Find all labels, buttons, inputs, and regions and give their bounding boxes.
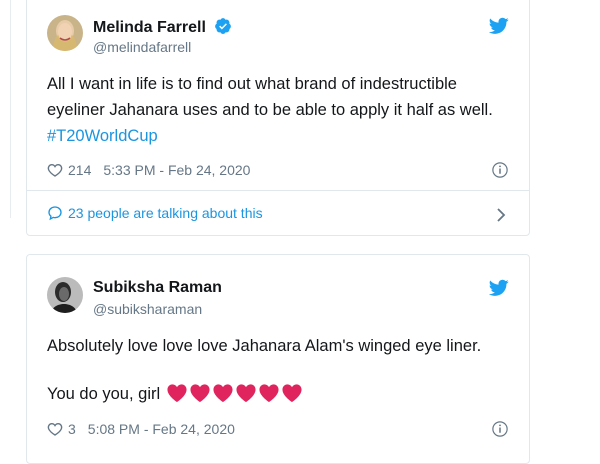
tweet-text-line2: You do you, girl — [47, 381, 517, 407]
red-heart-emoji-icon — [190, 384, 210, 403]
card-divider — [27, 190, 529, 191]
chevron-right-icon[interactable] — [495, 208, 507, 222]
verified-badge-icon — [215, 18, 232, 34]
like-count[interactable]: 3 — [68, 421, 76, 437]
hashtag-link[interactable]: #T20WorldCup — [47, 127, 158, 145]
tweet-card-melinda[interactable]: Melinda Farrell @melindafarrell All I wa… — [26, 0, 530, 236]
heart-outline-icon[interactable] — [47, 162, 63, 178]
tweet-text: Absolutely love love love Jahanara Alam'… — [47, 337, 482, 355]
tweet-meta: 214 5:33 PM - Feb 24, 2020 — [47, 162, 250, 178]
red-heart-emoji-icon — [213, 384, 233, 403]
red-heart-emoji-icon — [167, 384, 187, 403]
tweet-card-subiksha[interactable]: Subiksha Raman @subiksharaman Absolutely… — [26, 254, 530, 464]
twitter-bird-icon[interactable] — [489, 17, 509, 35]
red-heart-emoji-icon — [259, 384, 279, 403]
tweet-meta: 3 5:08 PM - Feb 24, 2020 — [47, 421, 235, 437]
timestamp[interactable]: 5:08 PM - Feb 24, 2020 — [88, 421, 235, 437]
user-handle[interactable]: @melindafarrell — [93, 39, 191, 55]
page-divider — [10, 0, 11, 218]
speech-bubble-icon — [48, 206, 62, 221]
twitter-bird-icon[interactable] — [489, 279, 509, 297]
timestamp[interactable]: 5:33 PM - Feb 24, 2020 — [103, 162, 250, 178]
red-heart-emoji-icon — [236, 384, 256, 403]
user-handle[interactable]: @subiksharaman — [93, 301, 202, 317]
heart-outline-icon[interactable] — [47, 421, 63, 437]
display-name[interactable]: Melinda Farrell — [93, 17, 232, 37]
talking-link[interactable]: 23 people are talking about this — [47, 205, 263, 221]
tweet-text: All I want in life is to find out what b… — [47, 75, 493, 145]
avatar[interactable] — [47, 277, 83, 313]
like-count[interactable]: 214 — [68, 162, 91, 178]
heart-emoji-row — [166, 383, 304, 403]
info-icon[interactable] — [491, 161, 509, 179]
avatar[interactable] — [47, 15, 83, 51]
display-name[interactable]: Subiksha Raman — [93, 279, 222, 297]
info-icon[interactable] — [491, 420, 509, 438]
red-heart-emoji-icon — [282, 384, 302, 403]
